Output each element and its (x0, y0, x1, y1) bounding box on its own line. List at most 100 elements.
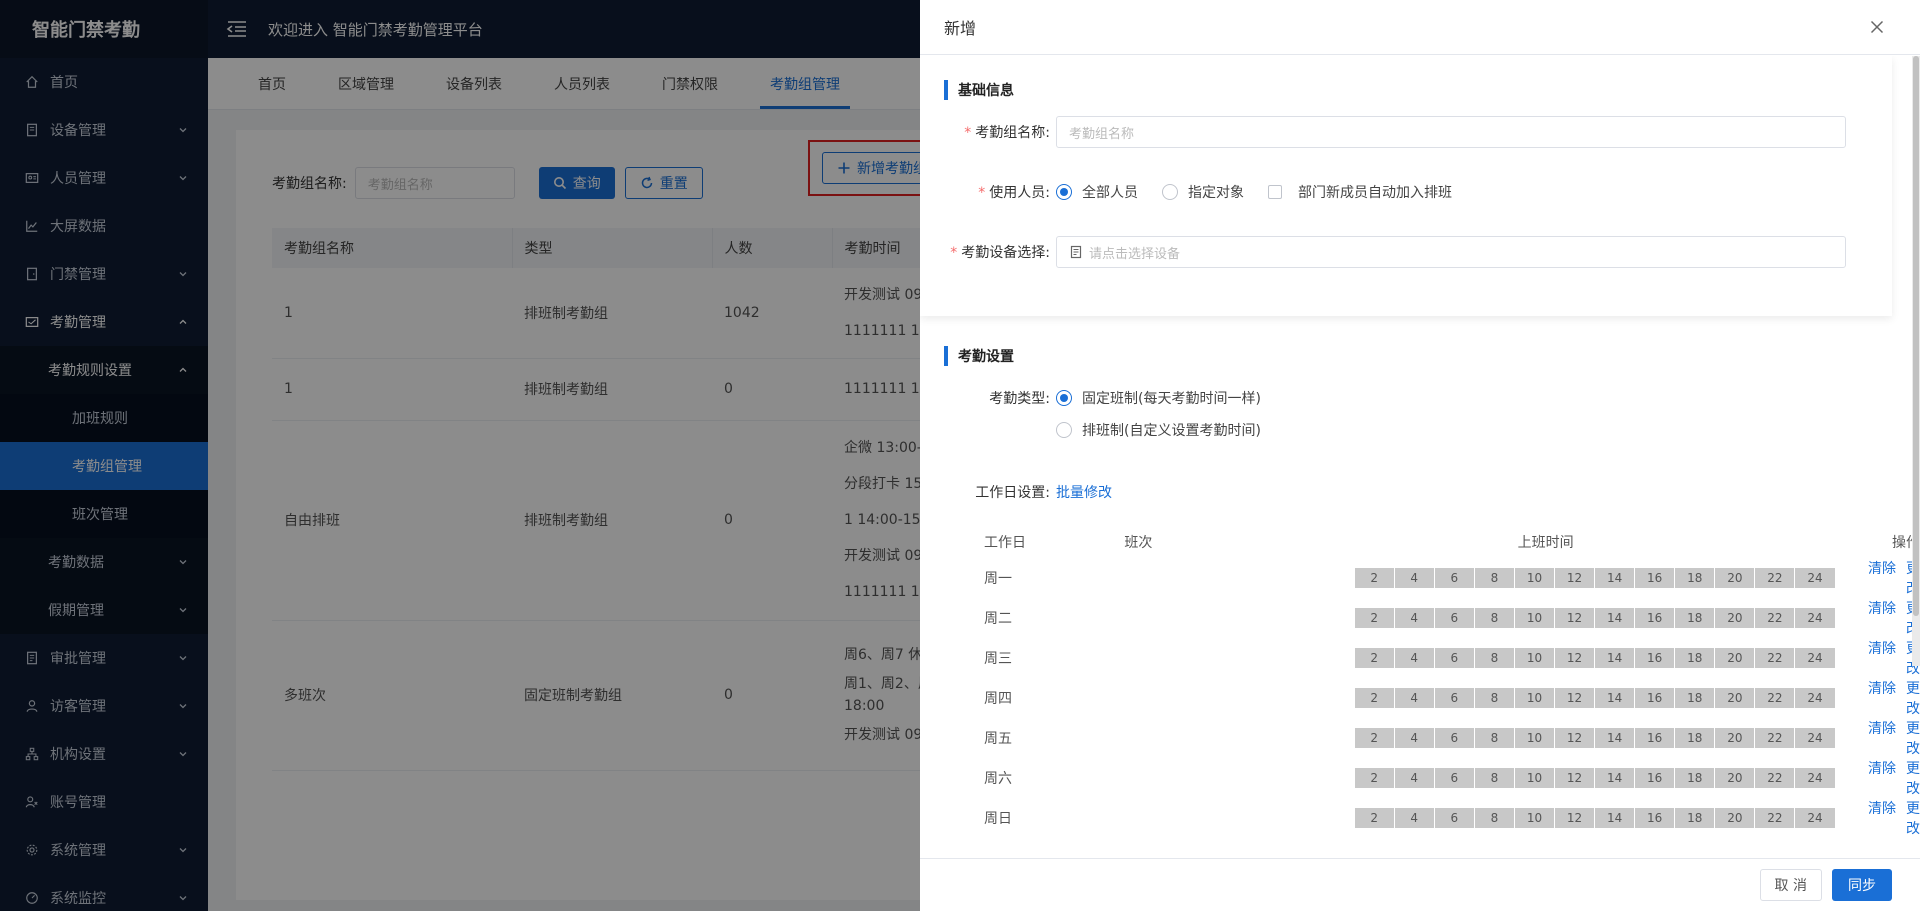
hour-cell[interactable]: 22 (1755, 728, 1796, 748)
radio-all-users[interactable]: 全部人员 (1056, 182, 1138, 202)
hour-cell[interactable]: 2 (1355, 648, 1395, 668)
hour-cell[interactable]: 6 (1435, 768, 1475, 788)
hour-cell[interactable]: 14 (1595, 808, 1636, 828)
clear-link[interactable]: 清除 (1868, 681, 1896, 697)
hour-cell[interactable]: 22 (1755, 568, 1796, 588)
hour-cell[interactable]: 18 (1675, 568, 1716, 588)
hour-cell[interactable]: 6 (1435, 808, 1475, 828)
clear-link[interactable]: 清除 (1868, 801, 1896, 817)
hour-cell[interactable]: 2 (1355, 768, 1395, 788)
hour-cell[interactable]: 22 (1755, 688, 1796, 708)
hour-cell[interactable]: 22 (1755, 608, 1796, 628)
hour-cell[interactable]: 10 (1515, 808, 1555, 828)
hour-cell[interactable]: 6 (1435, 608, 1475, 628)
hour-cell[interactable]: 16 (1635, 728, 1676, 748)
hour-cell[interactable]: 16 (1635, 648, 1676, 668)
hour-timeline[interactable]: 2 4 6 8 10 12 14 16 18 20 22 24 (1354, 568, 1835, 588)
hour-cell[interactable]: 22 (1755, 768, 1796, 788)
hour-cell[interactable]: 18 (1675, 688, 1716, 708)
hour-cell[interactable]: 14 (1595, 728, 1636, 748)
hour-cell[interactable]: 20 (1715, 728, 1756, 748)
hour-cell[interactable]: 18 (1675, 608, 1716, 628)
hour-cell[interactable]: 4 (1395, 608, 1435, 628)
hour-cell[interactable]: 24 (1795, 688, 1834, 708)
radio-fixed-shift[interactable]: 固定班制(每天考勤时间一样) (1056, 388, 1261, 408)
hour-cell[interactable]: 6 (1435, 688, 1475, 708)
hour-cell[interactable]: 4 (1395, 688, 1435, 708)
hour-cell[interactable]: 20 (1715, 688, 1756, 708)
hour-cell[interactable]: 8 (1475, 648, 1515, 668)
hour-cell[interactable]: 4 (1395, 568, 1435, 588)
hour-cell[interactable]: 8 (1475, 608, 1515, 628)
hour-cell[interactable]: 4 (1395, 728, 1435, 748)
hour-cell[interactable]: 2 (1355, 688, 1395, 708)
hour-cell[interactable]: 16 (1635, 768, 1676, 788)
hour-cell[interactable]: 24 (1795, 808, 1834, 828)
change-link[interactable]: 更改 (1906, 761, 1920, 797)
hour-timeline[interactable]: 2 4 6 8 10 12 14 16 18 20 22 24 (1354, 688, 1835, 708)
hour-cell[interactable]: 20 (1715, 808, 1756, 828)
hour-cell[interactable]: 24 (1795, 568, 1834, 588)
clear-link[interactable]: 清除 (1868, 641, 1896, 657)
batch-edit-link[interactable]: 批量修改 (1056, 482, 1112, 502)
hour-timeline[interactable]: 2 4 6 8 10 12 14 16 18 20 22 24 (1354, 728, 1835, 748)
hour-cell[interactable]: 6 (1435, 568, 1475, 588)
hour-cell[interactable]: 20 (1715, 608, 1756, 628)
hour-cell[interactable]: 12 (1555, 608, 1596, 628)
hour-cell[interactable]: 24 (1795, 728, 1834, 748)
close-icon[interactable] (1870, 20, 1884, 34)
hour-cell[interactable]: 2 (1355, 728, 1395, 748)
hour-timeline[interactable]: 2 4 6 8 10 12 14 16 18 20 22 24 (1354, 808, 1835, 828)
hour-cell[interactable]: 12 (1555, 728, 1596, 748)
clear-link[interactable]: 清除 (1868, 601, 1896, 617)
hour-cell[interactable]: 16 (1635, 808, 1676, 828)
hour-cell[interactable]: 10 (1515, 608, 1555, 628)
hour-cell[interactable]: 20 (1715, 648, 1756, 668)
change-link[interactable]: 更改 (1906, 721, 1920, 757)
hour-cell[interactable]: 12 (1555, 808, 1596, 828)
device-select-input[interactable]: 请点击选择设备 (1056, 236, 1846, 268)
auto-join-checkbox[interactable]: 部门新成员自动加入排班 (1268, 182, 1452, 202)
hour-timeline[interactable]: 2 4 6 8 10 12 14 16 18 20 22 24 (1354, 768, 1835, 788)
hour-cell[interactable]: 12 (1555, 768, 1596, 788)
hour-cell[interactable]: 10 (1515, 648, 1555, 668)
change-link[interactable]: 更改 (1906, 681, 1920, 717)
hour-cell[interactable]: 10 (1515, 768, 1555, 788)
hour-cell[interactable]: 14 (1595, 688, 1636, 708)
hour-timeline[interactable]: 2 4 6 8 10 12 14 16 18 20 22 24 (1354, 648, 1835, 668)
hour-cell[interactable]: 22 (1755, 808, 1796, 828)
hour-cell[interactable]: 14 (1595, 768, 1636, 788)
radio-assign-users[interactable]: 指定对象 (1162, 182, 1244, 202)
hour-cell[interactable]: 8 (1475, 568, 1515, 588)
clear-link[interactable]: 清除 (1868, 561, 1896, 577)
sync-button[interactable]: 同步 (1832, 869, 1892, 901)
hour-cell[interactable]: 18 (1675, 648, 1716, 668)
hour-cell[interactable]: 4 (1395, 768, 1435, 788)
clear-link[interactable]: 清除 (1868, 721, 1896, 737)
hour-cell[interactable]: 2 (1355, 608, 1395, 628)
hour-timeline[interactable]: 2 4 6 8 10 12 14 16 18 20 22 24 (1354, 608, 1835, 628)
cancel-button[interactable]: 取 消 (1759, 869, 1822, 901)
hour-cell[interactable]: 4 (1395, 808, 1435, 828)
radio-scheduled-shift[interactable]: 排班制(自定义设置考勤时间) (1056, 420, 1261, 440)
hour-cell[interactable]: 20 (1715, 568, 1756, 588)
hour-cell[interactable]: 24 (1795, 768, 1834, 788)
hour-cell[interactable]: 8 (1475, 768, 1515, 788)
hour-cell[interactable]: 10 (1515, 728, 1555, 748)
hour-cell[interactable]: 10 (1515, 568, 1555, 588)
group-name-input[interactable]: 考勤组名称 (1056, 116, 1846, 148)
clear-link[interactable]: 清除 (1868, 761, 1896, 777)
hour-cell[interactable]: 14 (1595, 648, 1636, 668)
hour-cell[interactable]: 2 (1355, 808, 1395, 828)
drawer-scrollbar[interactable] (1912, 56, 1920, 666)
hour-cell[interactable]: 6 (1435, 648, 1475, 668)
hour-cell[interactable]: 2 (1355, 568, 1395, 588)
hour-cell[interactable]: 16 (1635, 688, 1676, 708)
hour-cell[interactable]: 12 (1555, 568, 1596, 588)
hour-cell[interactable]: 12 (1555, 688, 1596, 708)
hour-cell[interactable]: 8 (1475, 728, 1515, 748)
hour-cell[interactable]: 24 (1795, 648, 1834, 668)
change-link[interactable]: 更改 (1906, 801, 1920, 837)
hour-cell[interactable]: 18 (1675, 728, 1716, 748)
hour-cell[interactable]: 18 (1675, 768, 1716, 788)
